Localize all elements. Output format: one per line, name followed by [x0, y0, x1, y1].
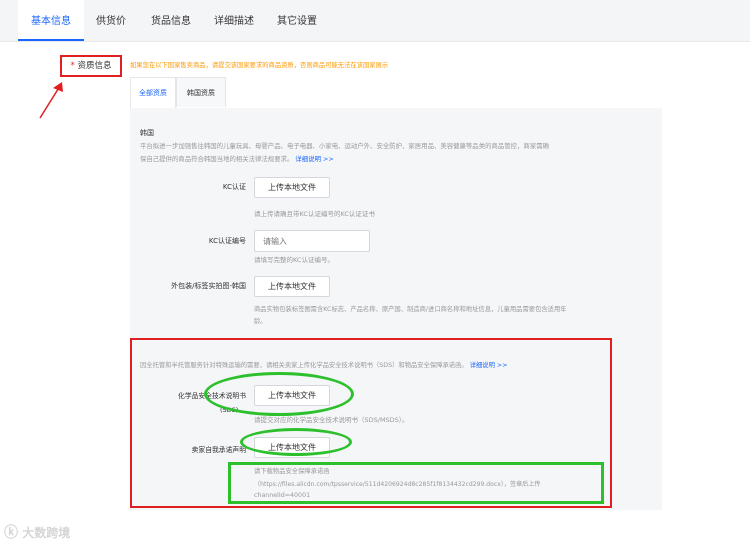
tab-all-qualifications[interactable]: 全部资质 — [130, 77, 176, 108]
tab-basic-info[interactable]: 基本信息 — [18, 0, 84, 41]
tab-goods-info[interactable]: 货品信息 — [138, 0, 204, 41]
annotation-ellipse-commitment — [240, 428, 352, 456]
korea-heading: 韩国 — [140, 129, 154, 137]
kc-cert-label: KC认证 — [222, 183, 246, 191]
kc-cert-hint: 请上传请确且带KC认证编号的KC认证证书 — [254, 210, 375, 218]
watermark-icon: ⓚ — [4, 525, 18, 541]
kc-cert-upload-button[interactable]: 上传本地文件 — [254, 177, 330, 198]
package-photo-hint-line1: 商品实物包装标签图需含KC标志、产品名称、原产国、制造商/进口商名称和地址信息，… — [254, 306, 567, 313]
annotation-ellipse-sds — [204, 372, 354, 416]
annotation-green-box — [228, 462, 604, 504]
korea-desc-line2-wrap: 保自己提供的商品符合韩国当地的相关法律法规要求。 详细说明 >> — [140, 154, 334, 163]
kc-number-input[interactable] — [254, 230, 370, 252]
tab-detail-desc[interactable]: 详细描述 — [204, 0, 264, 41]
tab-other-settings[interactable]: 其它设置 — [264, 0, 330, 41]
package-photo-hint-line2: 龄。 — [254, 318, 267, 325]
top-tab-bar: 基本信息 供货价 货品信息 详细描述 其它设置 — [0, 0, 750, 42]
required-mark: * — [70, 61, 75, 71]
watermark-logo: ⓚ 大数跨境 — [4, 522, 70, 542]
qualification-warning: 如果您在以下国家售卖商品，请提交该国家要求的商品资质，否则商品可能无法在该国家展… — [130, 62, 389, 69]
kc-number-hint: 请填写完整的KC认证编号。 — [254, 256, 334, 264]
tab-supply-price[interactable]: 供货价 — [84, 0, 138, 41]
watermark-text: 大数跨境 — [22, 526, 71, 540]
package-photo-label: 外包装/标签实拍图-韩国 — [171, 282, 246, 290]
region-tabs: 全部资质 韩国资质 — [130, 77, 662, 109]
annotation-arrow-icon — [39, 82, 63, 119]
korea-desc-line2: 保自己提供的商品符合韩国当地的相关法律法规要求。 — [140, 155, 294, 163]
qualification-label-text: 资质信息 — [77, 61, 112, 71]
tab-korea-qualifications[interactable]: 韩国资质 — [176, 77, 226, 107]
package-photo-upload-button[interactable]: 上传本地文件 — [254, 276, 330, 297]
kc-number-label: KC认证编号 — [208, 237, 246, 245]
korea-detail-link[interactable]: 详细说明 >> — [295, 155, 333, 163]
korea-desc-line1: 平台拟进一步加强售往韩国的儿童玩具、母婴产品、电子电器、小家电、运动户外、安全防… — [140, 142, 549, 150]
qualification-label: * 资质信息 — [60, 55, 122, 77]
